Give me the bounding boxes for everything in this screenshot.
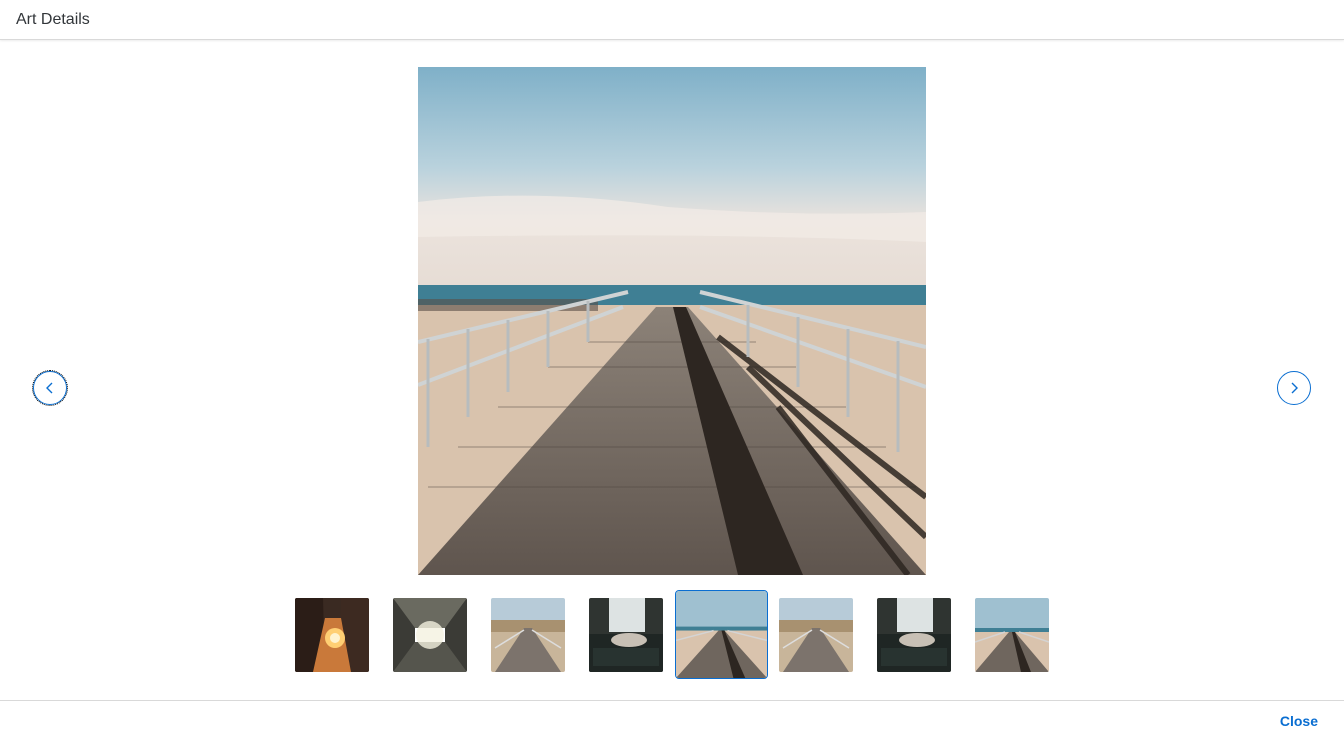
dialog-footer: Close (0, 700, 1344, 740)
thumbnail-7[interactable] (877, 598, 951, 672)
main-artwork-image (418, 67, 926, 575)
dialog-header: Art Details (0, 0, 1344, 40)
thumbnail-3[interactable] (491, 598, 565, 672)
thumbnail-5-selected[interactable] (675, 590, 768, 679)
thumbnail-2[interactable] (393, 598, 467, 672)
thumbnail-1[interactable] (295, 598, 369, 672)
chevron-left-icon (46, 382, 53, 394)
chevron-right-icon (1291, 382, 1298, 394)
dialog-title: Art Details (16, 11, 90, 28)
thumbnail-strip (0, 590, 1344, 680)
close-button[interactable]: Close (1280, 713, 1318, 729)
thumbnail-8[interactable] (975, 598, 1049, 672)
previous-image-button[interactable] (32, 370, 68, 406)
thumbnail-4[interactable] (589, 598, 663, 672)
thumbnail-6[interactable] (779, 598, 853, 672)
next-image-button[interactable] (1277, 371, 1311, 405)
